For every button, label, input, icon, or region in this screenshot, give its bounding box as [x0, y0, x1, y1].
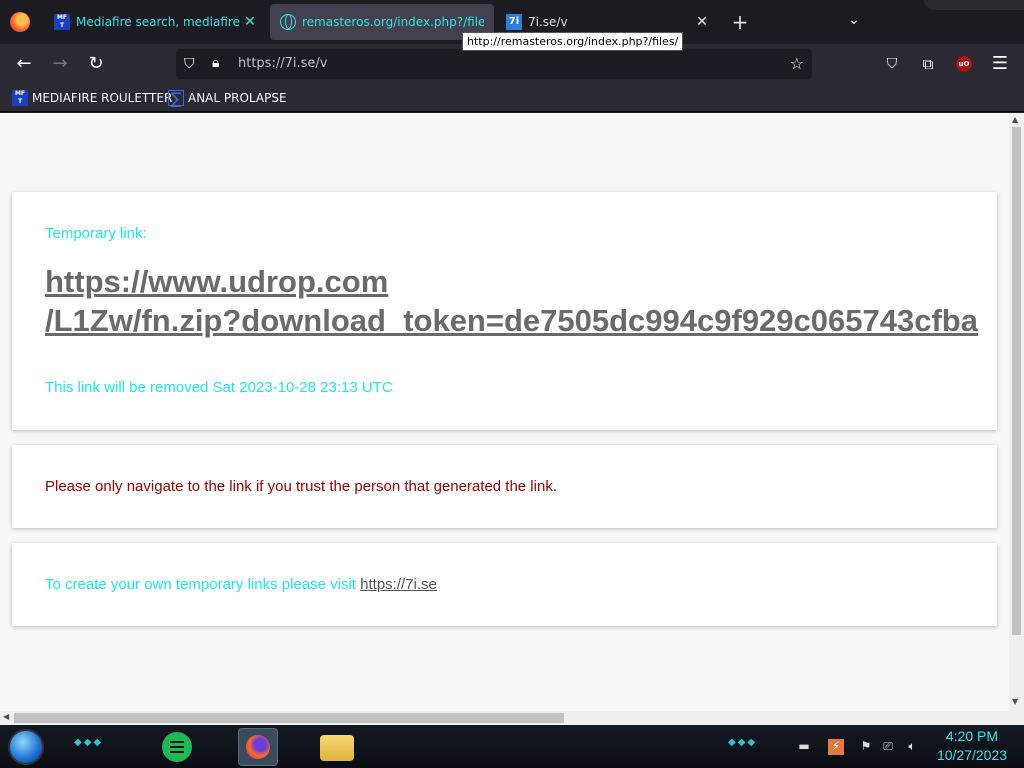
tab-remasteros[interactable]: remasteros.org/index.php?/files/ [270, 4, 494, 40]
close-tab-icon[interactable]: ✕ [694, 14, 710, 30]
create-link-card: To create your own temporary links pleas… [12, 543, 997, 626]
tray-app-icon[interactable]: ⚡ [828, 739, 844, 755]
scroll-up-arrow-icon[interactable]: ▲ [1012, 115, 1018, 124]
ublock-origin-icon[interactable]: uO [956, 56, 972, 72]
temporary-link-card: Temporary link: https://www.udrop.com /L… [12, 192, 997, 430]
clock-date: 10/27/2023 [936, 747, 1008, 763]
horizontal-scroll-thumb[interactable] [14, 713, 564, 723]
globe-icon [280, 14, 296, 30]
removal-notice: This link will be removed Sat 2023-10-28… [45, 379, 393, 396]
forward-arrow-icon[interactable]: → [48, 52, 72, 76]
start-orb-icon[interactable] [8, 729, 44, 765]
tab-title: 7i.se/v [528, 15, 568, 29]
create-link-text: To create your own temporary links pleas… [45, 576, 437, 593]
tracking-shield-icon[interactable]: ⛉ [184, 56, 195, 72]
taskbar-decoration-icon: ◆◆◆ [74, 737, 104, 748]
new-tab-plus-icon[interactable]: + [728, 10, 752, 34]
pocket-icon[interactable]: ⛉ [880, 52, 904, 76]
tab-mediafire-search[interactable]: MFT Mediafire search, mediafire search e… [44, 4, 268, 40]
vertical-scrollbar[interactable]: ▲ ▼ [1009, 113, 1024, 711]
page-content: Temporary link: https://www.udrop.com /L… [0, 113, 1009, 711]
system-clock[interactable]: 4:20 PM 10/27/2023 [926, 727, 1018, 765]
lock-icon[interactable]: 🔒︎ [212, 55, 219, 71]
window-decoration [924, 0, 1024, 10]
reload-icon[interactable]: ↻ [84, 52, 108, 76]
show-hidden-icons-icon[interactable]: ▬ [796, 739, 812, 755]
link-line-2[interactable]: /L1Zw/fn.zip?download_token=de7505dc994c… [45, 301, 978, 340]
create-prefix: To create your own temporary links pleas… [45, 576, 361, 593]
url-text[interactable]: https://7i.se/v [238, 56, 327, 71]
link-tooltip: http://remasteros.org/index.php?/files/ [462, 32, 684, 51]
bookmark-mediafire-rouletter[interactable]: MF T MEDIAFIRE ROULETTER [12, 90, 172, 106]
sigma-favicon-icon: ∑ [168, 90, 184, 107]
extensions-puzzle-icon[interactable]: ⧉ [916, 52, 940, 76]
temporary-link-label: Temporary link: [45, 225, 147, 242]
taskbar: ◆◆◆ ◆◆◆ ▬ ⚡ ⚑ ⎚ 🔈︎ 4:20 PM 10/27/2023 [0, 725, 1024, 768]
trust-warning-text: Please only navigate to the link if you … [45, 478, 557, 495]
tab-title: Mediafire search, mediafire search engin… [76, 15, 242, 29]
volume-icon[interactable]: 🔈︎ [904, 739, 920, 755]
hamburger-menu-icon[interactable]: ☰ [988, 52, 1012, 76]
bookmark-star-icon[interactable]: ☆ [790, 54, 804, 73]
list-all-tabs-chevron-icon[interactable]: ⌄ [844, 12, 864, 28]
tab-title: remasteros.org/index.php?/files/ [302, 15, 484, 29]
network-icon[interactable]: ⎚ [880, 739, 896, 755]
bookmark-label: MEDIAFIRE ROULETTER [32, 91, 173, 105]
7i-favicon-icon: 7i [506, 14, 522, 30]
vertical-scroll-thumb[interactable] [1012, 127, 1021, 635]
close-tab-icon[interactable]: ✕ [242, 14, 258, 30]
address-bar[interactable]: ⛉ 🔒︎ https://7i.se/v ☆ [176, 49, 812, 79]
bookmark-anal-prolapse[interactable]: ∑ ANAL PROLAPSE [168, 90, 287, 107]
back-arrow-icon[interactable]: ← [12, 52, 36, 76]
taskbar-decoration-icon: ◆◆◆ [728, 737, 758, 748]
horizontal-scrollbar[interactable]: ◀ [0, 711, 1024, 725]
mft-favicon-icon: MF T [12, 90, 28, 106]
notes-app-icon[interactable] [162, 732, 192, 762]
firefox-taskbar-icon[interactable] [238, 728, 278, 766]
mft-favicon-icon: MF T [54, 14, 70, 30]
scroll-left-arrow-icon[interactable]: ◀ [3, 712, 9, 721]
warning-card: Please only navigate to the link if you … [12, 445, 997, 528]
action-center-flag-icon[interactable]: ⚑ [858, 739, 874, 755]
scroll-down-arrow-icon[interactable]: ▼ [1012, 697, 1018, 706]
clock-time: 4:20 PM [945, 728, 999, 744]
temporary-download-link[interactable]: https://www.udrop.com /L1Zw/fn.zip?downl… [45, 262, 978, 340]
file-explorer-icon[interactable] [320, 735, 354, 761]
bookmark-label: ANAL PROLAPSE [188, 91, 287, 105]
firefox-menu-icon[interactable] [10, 12, 30, 32]
bookmarks-toolbar: MF T MEDIAFIRE ROULETTER ∑ ANAL PROLAPSE [0, 84, 1024, 112]
link-line-1[interactable]: https://www.udrop.com [45, 262, 978, 301]
7i-home-link[interactable]: https://7i.se [360, 576, 437, 593]
